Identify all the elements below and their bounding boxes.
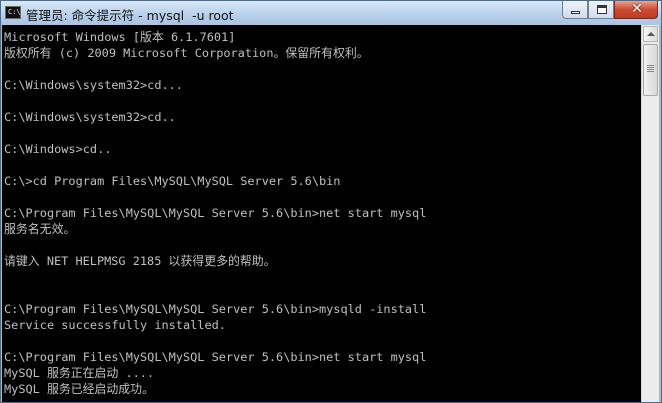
minimize-icon [571,11,580,14]
console-line: C:\Windows\system32>cd... [4,78,183,92]
maximize-button[interactable] [588,1,614,19]
console-line: C:\Windows\system32>cd.. [4,110,176,124]
console-line: C:\>cd Program Files\MySQL\MySQL Server … [4,174,341,188]
command-prompt-window: C:\ 管理员: 命令提示符 - mysql -u root ✕ Microso… [0,0,662,403]
scrollbar-thumb[interactable] [643,44,658,96]
cmd-icon-text: C:\ [8,8,21,16]
close-icon: ✕ [631,1,643,17]
console-text: Microsoft Windows [版本 6.1.7601] 版权所有 (c) … [2,25,641,397]
title-bar[interactable]: C:\ 管理员: 命令提示符 - mysql -u root ✕ [1,1,661,25]
close-button[interactable]: ✕ [614,1,658,19]
console-output[interactable]: Microsoft Windows [版本 6.1.7601] 版权所有 (c) … [2,25,641,402]
vertical-scrollbar[interactable] [641,25,659,402]
window-title: 管理员: 命令提示符 - mysql -u root [26,8,234,23]
maximize-icon [597,5,607,14]
console-line: C:\Windows>cd.. [4,142,112,156]
console-line: Microsoft Windows [版本 6.1.7601] [4,30,236,44]
console-line: C:\Program Files\MySQL\MySQL Server 5.6\… [4,302,427,316]
console-line: MySQL 服务已经启动成功。 [4,382,154,396]
console-line: 服务名无效。 [4,222,76,236]
console-line: C:\Program Files\MySQL\MySQL Server 5.6\… [4,350,427,364]
scroll-up-arrow-icon[interactable] [643,26,658,42]
console-line: MySQL 服务正在启动 .... [4,366,155,380]
console-line: C:\Program Files\MySQL\MySQL Server 5.6\… [4,206,427,220]
console-line: 版权所有 (c) 2009 Microsoft Corporation。保留所有… [4,46,369,60]
minimize-button[interactable] [562,1,588,19]
cmd-icon[interactable]: C:\ [5,6,21,19]
console-line: Service successfully installed. [4,318,226,332]
console-line: 请键入 NET HELPMSG 2185 以获得更多的帮助。 [4,254,276,268]
